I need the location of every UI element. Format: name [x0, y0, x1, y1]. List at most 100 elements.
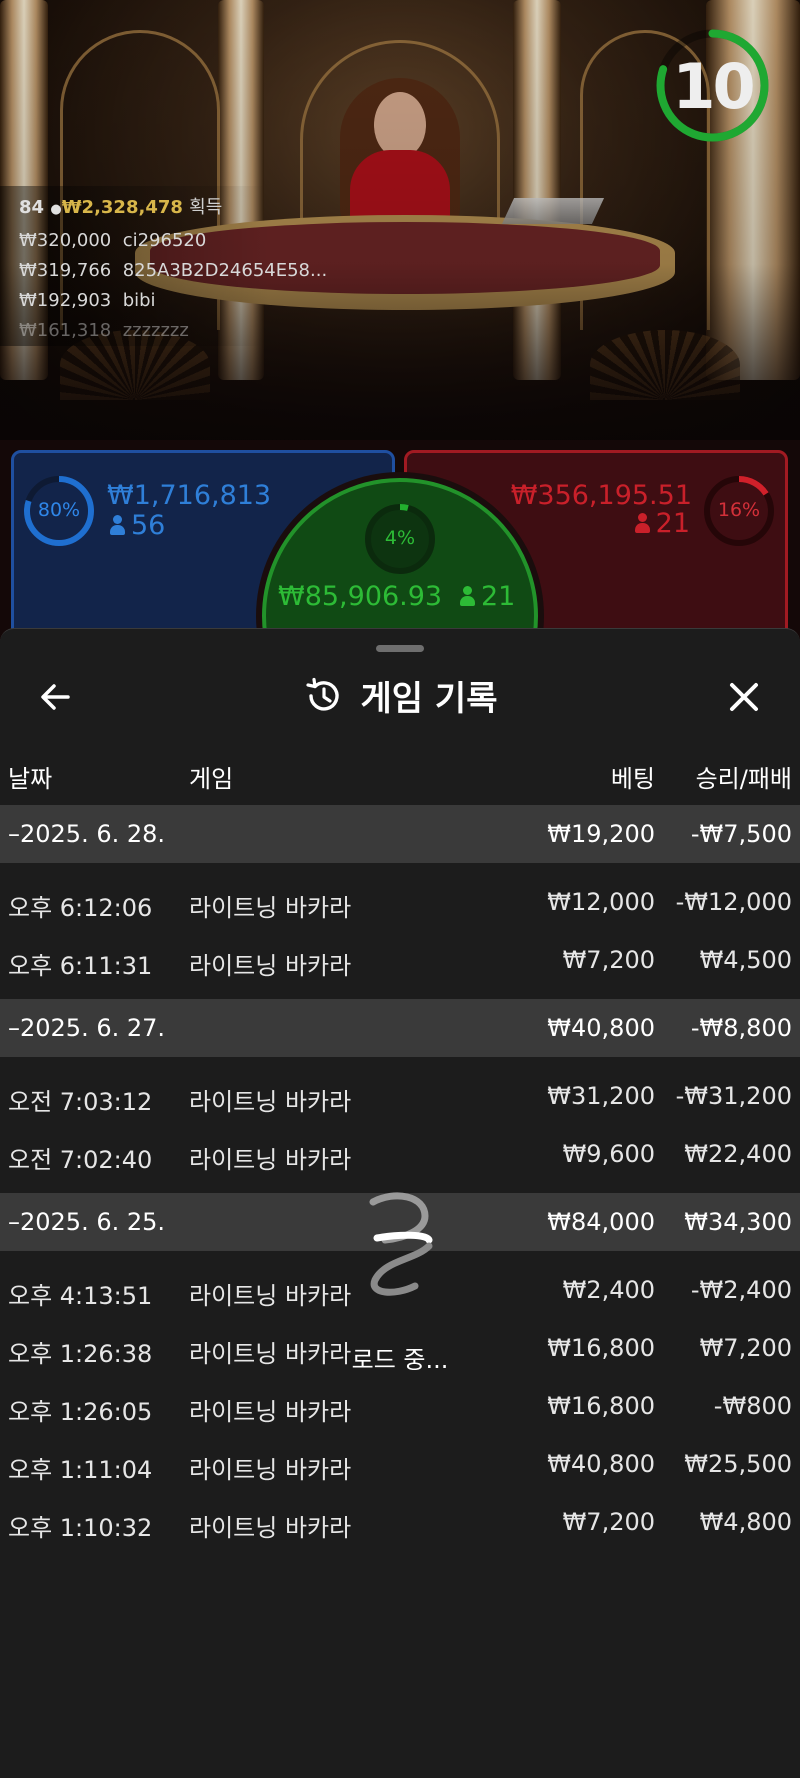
group-result-total: -₩8,800 — [690, 1014, 792, 1042]
round-time: 오후 1:11:04 — [8, 1456, 153, 1484]
winner-name: zzzzzzz — [122, 320, 189, 341]
group-date: –2025. 6. 27. — [8, 1014, 166, 1042]
player-count-value: 56 — [131, 510, 166, 541]
round-bet: ₩7,200 — [562, 946, 655, 974]
round-time: 오후 6:12:06 — [8, 894, 153, 922]
banker-percent: 16% — [717, 499, 761, 521]
round-game: 라이트닝 바카라 — [189, 894, 352, 922]
table-row[interactable]: 오전 7:02:40 라이트닝 바카라 ₩9,600 ₩22,400 — [0, 1125, 800, 1183]
sheet-title: 게임 기록 — [360, 679, 498, 719]
loading-text: 로드 중... — [351, 1346, 449, 1374]
round-bet: ₩9,600 — [562, 1140, 655, 1168]
person-icon: ● — [50, 202, 62, 217]
table-row[interactable]: 오후 6:12:06 라이트닝 바카라 ₩12,000 -₩12,000 — [0, 873, 800, 931]
round-result: ₩4,500 — [699, 946, 792, 974]
winner-row: ₩161,318 zzzzzzz — [19, 320, 189, 341]
round-game: 라이트닝 바카라 — [189, 952, 352, 980]
round-result: ₩22,400 — [684, 1140, 792, 1168]
group-bet-total: ₩40,800 — [547, 1014, 655, 1042]
round-bet: ₩7,200 — [562, 1508, 655, 1536]
group-result-total: -₩7,500 — [690, 820, 792, 848]
sheet-header: 게임 기록 — [0, 671, 800, 727]
column-game: 게임 — [189, 765, 234, 793]
tie-percent: 4% — [384, 527, 416, 549]
round-result: ₩25,500 — [684, 1450, 792, 1478]
round-game: 라이트닝 바카라 — [189, 1282, 352, 1310]
tie-count: 21 — [460, 581, 515, 612]
round-result: -₩800 — [713, 1392, 792, 1420]
column-date: 날짜 — [8, 765, 53, 793]
round-game: 라이트닝 바카라 — [189, 1398, 352, 1426]
group-date: –2025. 6. 28. — [8, 820, 166, 848]
round-time: 오후 1:26:05 — [8, 1398, 153, 1426]
round-bet: ₩40,800 — [547, 1450, 655, 1478]
round-bet: ₩31,200 — [547, 1082, 655, 1110]
winner-row: ₩192,903 bibi — [19, 290, 156, 311]
round-result: -₩31,200 — [675, 1082, 792, 1110]
table-row[interactable]: 오후 1:10:32 라이트닝 바카라 ₩7,200 ₩4,800 — [0, 1493, 800, 1551]
person-icon — [110, 515, 125, 535]
round-game: 라이트닝 바카라 — [189, 1514, 352, 1542]
winners-count: 84 — [19, 197, 45, 218]
history-icon — [305, 677, 339, 711]
person-icon — [460, 586, 475, 606]
round-game: 라이트닝 바카라 — [189, 1340, 352, 1368]
round-time: 오후 6:11:31 — [8, 952, 153, 980]
round-time: 오전 7:02:40 — [8, 1146, 153, 1174]
round-game: 라이트닝 바카라 — [189, 1146, 352, 1174]
round-bet: ₩16,800 — [547, 1392, 655, 1420]
round-time: 오후 1:26:38 — [8, 1340, 153, 1368]
round-bet: ₩16,800 — [547, 1334, 655, 1362]
round-result: -₩2,400 — [690, 1276, 792, 1304]
round-time: 오후 1:10:32 — [8, 1514, 153, 1542]
player-amount: ₩1,716,813 — [107, 480, 272, 511]
winner-amount: ₩320,000 — [19, 230, 112, 251]
round-result: -₩12,000 — [675, 888, 792, 916]
winner-amount: ₩192,903 — [19, 290, 112, 311]
winner-name: ci296520 — [122, 230, 207, 251]
winner-row: ₩319,766 825A3B2D24654E58... — [19, 260, 327, 281]
table-row[interactable]: 오후 1:26:05 라이트닝 바카라 ₩16,800 -₩800 — [0, 1377, 800, 1435]
close-button[interactable] — [716, 669, 772, 725]
sheet-drag-handle[interactable] — [376, 645, 424, 652]
player-percent: 80% — [37, 499, 81, 521]
player-count: 56 — [110, 510, 165, 541]
history-table: –2025. 6. 28. ₩19,200 -₩7,500 오후 6:12:06… — [0, 805, 800, 1551]
winners-summary: 84 ●₩2,328,478 획득 — [19, 193, 222, 219]
banker-amount: ₩356,195.51 — [510, 480, 692, 511]
winner-amount: ₩161,318 — [19, 320, 112, 341]
column-result: 승리/패배 — [695, 765, 792, 793]
winners-suffix: 획득 — [189, 197, 223, 218]
table-row[interactable]: 오후 6:11:31 라이트닝 바카라 ₩7,200 ₩4,500 — [0, 931, 800, 989]
column-bet: 베팅 — [610, 765, 655, 793]
table-row[interactable]: 오전 7:03:12 라이트닝 바카라 ₩31,200 -₩31,200 — [0, 1067, 800, 1125]
winners-total: ₩2,328,478 — [61, 197, 183, 218]
round-game: 라이트닝 바카라 — [189, 1456, 352, 1484]
date-group-row[interactable]: –2025. 6. 28. ₩19,200 -₩7,500 — [0, 805, 800, 863]
group-bet-total: ₩19,200 — [547, 820, 655, 848]
tie-count-value: 21 — [481, 581, 516, 612]
banker-count: 21 — [634, 508, 690, 539]
betting-area: 80% ₩1,716,813 56 16% ₩356,195.51 21 4% … — [0, 440, 800, 754]
group-date: –2025. 6. 25. — [8, 1208, 166, 1236]
winner-name: bibi — [122, 290, 156, 311]
group-result-total: ₩34,300 — [684, 1208, 792, 1236]
round-game: 라이트닝 바카라 — [189, 1088, 352, 1116]
round-result: ₩7,200 — [699, 1334, 792, 1362]
timer-value: 10 — [672, 50, 755, 123]
table-row[interactable]: 오후 1:11:04 라이트닝 바카라 ₩40,800 ₩25,500 — [0, 1435, 800, 1493]
date-group-row[interactable]: –2025. 6. 27. ₩40,800 -₩8,800 — [0, 999, 800, 1057]
tie-amount: ₩85,906.93 — [278, 581, 443, 612]
round-bet: ₩2,400 — [562, 1276, 655, 1304]
winner-amount: ₩319,766 — [19, 260, 112, 281]
group-bet-total: ₩84,000 — [547, 1208, 655, 1236]
round-result: ₩4,800 — [699, 1508, 792, 1536]
winner-name: 825A3B2D24654E58... — [122, 260, 328, 281]
round-bet: ₩12,000 — [547, 888, 655, 916]
round-time: 오후 4:13:51 — [8, 1282, 153, 1310]
round-time: 오전 7:03:12 — [8, 1088, 153, 1116]
history-table-header: 날짜 게임 베팅 승리/패배 — [0, 749, 800, 793]
person-icon — [634, 513, 650, 533]
countdown-timer: 10 — [655, 28, 770, 143]
loading-indicator: 로드 중... — [330, 1190, 470, 1380]
